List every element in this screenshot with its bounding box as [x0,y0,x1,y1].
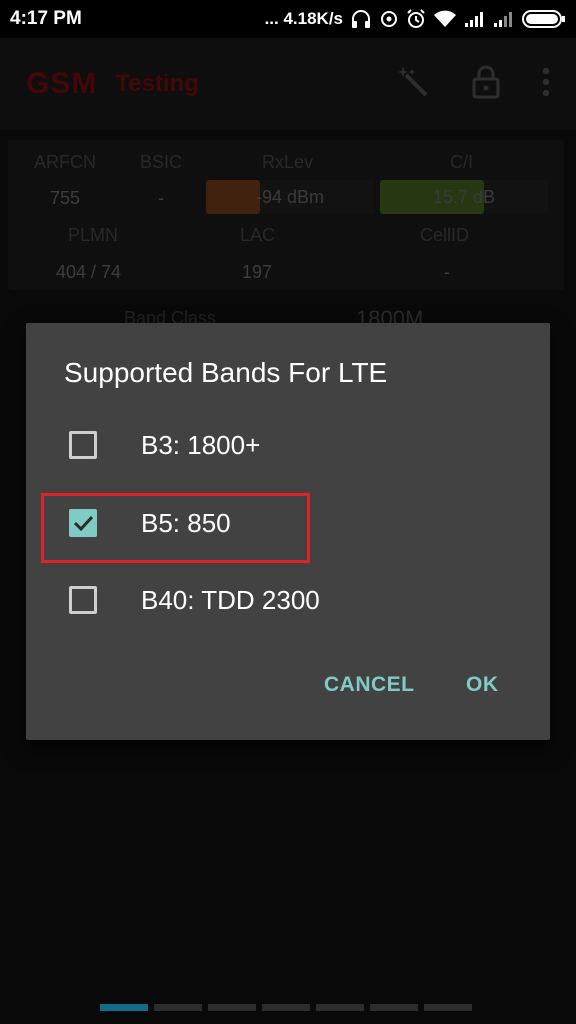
highlight-annotation [41,493,310,563]
page-indicator-dot[interactable] [154,1004,202,1011]
page-indicator-dot[interactable] [262,1004,310,1011]
status-icons: ... 4.18K/s [265,9,566,29]
band-option-label: B3: 1800+ [141,429,261,460]
supported-bands-dialog: Supported Bands For LTE B3: 1800+ B5: 85… [26,323,550,740]
band-option-label: B40: TDD 2300 [141,584,320,615]
ok-button[interactable]: OK [466,673,499,697]
page-indicator-dot[interactable] [370,1004,418,1011]
status-time: 4:17 PM [10,8,82,29]
page-indicator [100,1004,472,1011]
checkbox[interactable] [69,431,97,459]
cancel-button[interactable]: CANCEL [324,673,415,697]
dialog-title: Supported Bands For LTE [64,357,388,388]
signal-icon [464,10,486,28]
page-indicator-dot[interactable] [208,1004,256,1011]
checkbox[interactable] [69,586,97,614]
alarm-icon [406,9,426,29]
page-indicator-dot[interactable] [316,1004,364,1011]
page-indicator-dot[interactable] [424,1004,472,1011]
signal-icon [493,10,515,28]
headphones-icon [350,9,372,29]
wifi-icon [433,10,457,28]
band-option-b40[interactable]: B40: TDD 2300 [26,566,550,634]
page-indicator-dot[interactable] [100,1004,148,1011]
battery-icon [522,9,566,29]
band-option-b3[interactable]: B3: 1800+ [26,411,550,479]
status-bar: 4:17 PM ... 4.18K/s [0,0,576,38]
sync-icon [379,9,399,29]
network-speed: ... 4.18K/s [264,9,343,28]
